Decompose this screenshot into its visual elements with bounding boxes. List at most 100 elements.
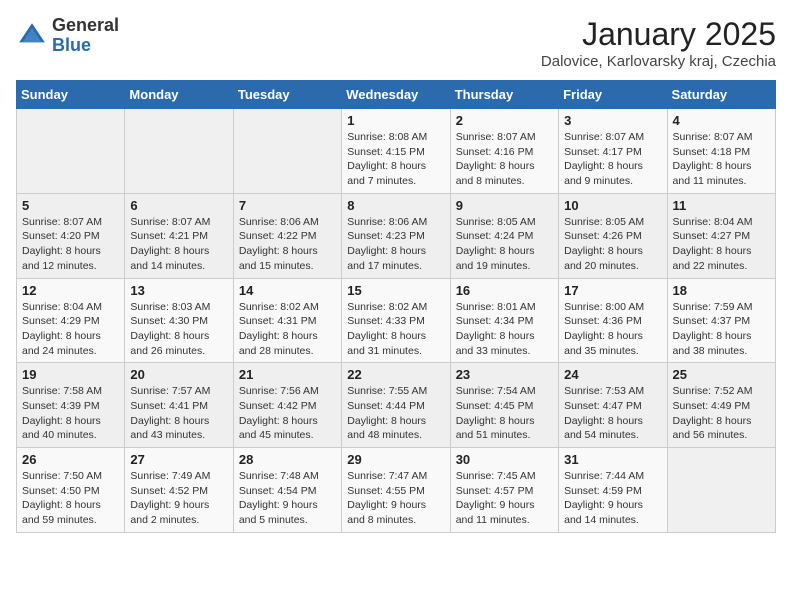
day-info: Sunrise: 8:07 AM Sunset: 4:21 PM Dayligh… — [130, 215, 227, 274]
calendar-cell: 26 Sunrise: 7:50 AM Sunset: 4:50 PM Dayli… — [17, 448, 125, 533]
day-info: Sunrise: 7:56 AM Sunset: 4:42 PM Dayligh… — [239, 384, 336, 443]
day-info: Sunrise: 8:02 AM Sunset: 4:31 PM Dayligh… — [239, 300, 336, 359]
day-number: 16 — [456, 283, 553, 298]
calendar-cell: 6 Sunrise: 8:07 AM Sunset: 4:21 PM Daylig… — [125, 193, 233, 278]
day-info: Sunrise: 8:00 AM Sunset: 4:36 PM Dayligh… — [564, 300, 661, 359]
day-number: 26 — [22, 452, 119, 467]
calendar-cell — [233, 109, 341, 194]
day-number: 9 — [456, 198, 553, 213]
day-number: 10 — [564, 198, 661, 213]
day-info: Sunrise: 7:57 AM Sunset: 4:41 PM Dayligh… — [130, 384, 227, 443]
calendar-cell: 20 Sunrise: 7:57 AM Sunset: 4:41 PM Dayli… — [125, 363, 233, 448]
day-info: Sunrise: 7:52 AM Sunset: 4:49 PM Dayligh… — [673, 384, 770, 443]
day-info: Sunrise: 7:49 AM Sunset: 4:52 PM Dayligh… — [130, 469, 227, 528]
day-info: Sunrise: 7:59 AM Sunset: 4:37 PM Dayligh… — [673, 300, 770, 359]
logo: General Blue — [16, 16, 119, 56]
day-info: Sunrise: 7:54 AM Sunset: 4:45 PM Dayligh… — [456, 384, 553, 443]
day-info: Sunrise: 7:48 AM Sunset: 4:54 PM Dayligh… — [239, 469, 336, 528]
calendar-cell — [667, 448, 775, 533]
day-number: 15 — [347, 283, 444, 298]
day-info: Sunrise: 8:07 AM Sunset: 4:20 PM Dayligh… — [22, 215, 119, 274]
day-number: 6 — [130, 198, 227, 213]
weekday-header-monday: Monday — [125, 81, 233, 109]
calendar-cell: 12Sunrise: 8:04 AM Sunset: 4:29 PM Dayli… — [17, 278, 125, 363]
day-info: Sunrise: 8:04 AM Sunset: 4:29 PM Dayligh… — [22, 300, 119, 359]
calendar-cell: 10 Sunrise: 8:05 AM Sunset: 4:26 PM Dayli… — [559, 193, 667, 278]
day-info: Sunrise: 7:53 AM Sunset: 4:47 PM Dayligh… — [564, 384, 661, 443]
calendar-cell: 30 Sunrise: 7:45 AM Sunset: 4:57 PM Dayli… — [450, 448, 558, 533]
calendar-cell: 31Sunrise: 7:44 AM Sunset: 4:59 PM Dayli… — [559, 448, 667, 533]
day-number: 24 — [564, 367, 661, 382]
day-number: 20 — [130, 367, 227, 382]
weekday-header-sunday: Sunday — [17, 81, 125, 109]
calendar-cell: 15 Sunrise: 8:02 AM Sunset: 4:33 PM Dayli… — [342, 278, 450, 363]
calendar-week-row: 26 Sunrise: 7:50 AM Sunset: 4:50 PM Dayli… — [17, 448, 776, 533]
day-number: 22 — [347, 367, 444, 382]
day-number: 25 — [673, 367, 770, 382]
calendar-cell: 21 Sunrise: 7:56 AM Sunset: 4:42 PM Dayli… — [233, 363, 341, 448]
day-info: Sunrise: 8:03 AM Sunset: 4:30 PM Dayligh… — [130, 300, 227, 359]
day-info: Sunrise: 7:45 AM Sunset: 4:57 PM Dayligh… — [456, 469, 553, 528]
weekday-header-friday: Friday — [559, 81, 667, 109]
month-title: January 2025 — [541, 16, 776, 53]
calendar-cell: 8Sunrise: 8:06 AM Sunset: 4:23 PM Daylig… — [342, 193, 450, 278]
day-number: 1 — [347, 113, 444, 128]
day-info: Sunrise: 8:05 AM Sunset: 4:24 PM Dayligh… — [456, 215, 553, 274]
page-header: General Blue January 2025 Dalovice, Karl… — [16, 16, 776, 70]
day-info: Sunrise: 8:02 AM Sunset: 4:33 PM Dayligh… — [347, 300, 444, 359]
calendar-cell: 29 Sunrise: 7:47 AM Sunset: 4:55 PM Dayli… — [342, 448, 450, 533]
day-number: 28 — [239, 452, 336, 467]
weekday-header-row: SundayMondayTuesdayWednesdayThursdayFrid… — [17, 81, 776, 109]
day-number: 27 — [130, 452, 227, 467]
logo-blue-text: Blue — [52, 36, 119, 56]
day-info: Sunrise: 7:50 AM Sunset: 4:50 PM Dayligh… — [22, 469, 119, 528]
day-info: Sunrise: 8:01 AM Sunset: 4:34 PM Dayligh… — [456, 300, 553, 359]
day-info: Sunrise: 8:07 AM Sunset: 4:16 PM Dayligh… — [456, 130, 553, 189]
calendar-cell: 9 Sunrise: 8:05 AM Sunset: 4:24 PM Daylig… — [450, 193, 558, 278]
calendar-cell: 16 Sunrise: 8:01 AM Sunset: 4:34 PM Dayli… — [450, 278, 558, 363]
calendar-cell: 3 Sunrise: 8:07 AM Sunset: 4:17 PM Daylig… — [559, 109, 667, 194]
day-number: 29 — [347, 452, 444, 467]
day-number: 13 — [130, 283, 227, 298]
day-number: 21 — [239, 367, 336, 382]
day-number: 23 — [456, 367, 553, 382]
calendar-cell: 14 Sunrise: 8:02 AM Sunset: 4:31 PM Dayli… — [233, 278, 341, 363]
location-text: Dalovice, Karlovarsky kraj, Czechia — [541, 53, 776, 70]
calendar-cell: 4Sunrise: 8:07 AM Sunset: 4:18 PM Daylig… — [667, 109, 775, 194]
day-info: Sunrise: 7:47 AM Sunset: 4:55 PM Dayligh… — [347, 469, 444, 528]
calendar-week-row: 12Sunrise: 8:04 AM Sunset: 4:29 PM Dayli… — [17, 278, 776, 363]
day-number: 31 — [564, 452, 661, 467]
calendar-cell — [17, 109, 125, 194]
calendar-cell: 22Sunrise: 7:55 AM Sunset: 4:44 PM Dayli… — [342, 363, 450, 448]
title-section: January 2025 Dalovice, Karlovarsky kraj,… — [541, 16, 776, 70]
calendar-cell — [125, 109, 233, 194]
day-number: 2 — [456, 113, 553, 128]
day-number: 4 — [673, 113, 770, 128]
day-info: Sunrise: 8:08 AM Sunset: 4:15 PM Dayligh… — [347, 130, 444, 189]
day-info: Sunrise: 8:07 AM Sunset: 4:17 PM Dayligh… — [564, 130, 661, 189]
day-number: 30 — [456, 452, 553, 467]
calendar-cell: 11 Sunrise: 8:04 AM Sunset: 4:27 PM Dayli… — [667, 193, 775, 278]
day-number: 14 — [239, 283, 336, 298]
calendar-cell: 25 Sunrise: 7:52 AM Sunset: 4:49 PM Dayli… — [667, 363, 775, 448]
logo-general-text: General — [52, 16, 119, 36]
day-number: 11 — [673, 198, 770, 213]
calendar-cell: 27 Sunrise: 7:49 AM Sunset: 4:52 PM Dayli… — [125, 448, 233, 533]
day-number: 18 — [673, 283, 770, 298]
calendar-cell: 23 Sunrise: 7:54 AM Sunset: 4:45 PM Dayli… — [450, 363, 558, 448]
calendar-week-row: 19Sunrise: 7:58 AM Sunset: 4:39 PM Dayli… — [17, 363, 776, 448]
day-info: Sunrise: 8:04 AM Sunset: 4:27 PM Dayligh… — [673, 215, 770, 274]
day-info: Sunrise: 8:05 AM Sunset: 4:26 PM Dayligh… — [564, 215, 661, 274]
calendar-cell: 28 Sunrise: 7:48 AM Sunset: 4:54 PM Dayli… — [233, 448, 341, 533]
day-number: 3 — [564, 113, 661, 128]
calendar-cell: 18 Sunrise: 7:59 AM Sunset: 4:37 PM Dayli… — [667, 278, 775, 363]
calendar-cell: 1 Sunrise: 8:08 AM Sunset: 4:15 PM Daylig… — [342, 109, 450, 194]
calendar-cell: 7Sunrise: 8:06 AM Sunset: 4:22 PM Daylig… — [233, 193, 341, 278]
logo-icon — [16, 20, 48, 52]
calendar-table: SundayMondayTuesdayWednesdayThursdayFrid… — [16, 80, 776, 533]
weekday-header-saturday: Saturday — [667, 81, 775, 109]
day-number: 7 — [239, 198, 336, 213]
day-info: Sunrise: 8:06 AM Sunset: 4:23 PM Dayligh… — [347, 215, 444, 274]
day-info: Sunrise: 7:58 AM Sunset: 4:39 PM Dayligh… — [22, 384, 119, 443]
calendar-week-row: 5Sunrise: 8:07 AM Sunset: 4:20 PM Daylig… — [17, 193, 776, 278]
